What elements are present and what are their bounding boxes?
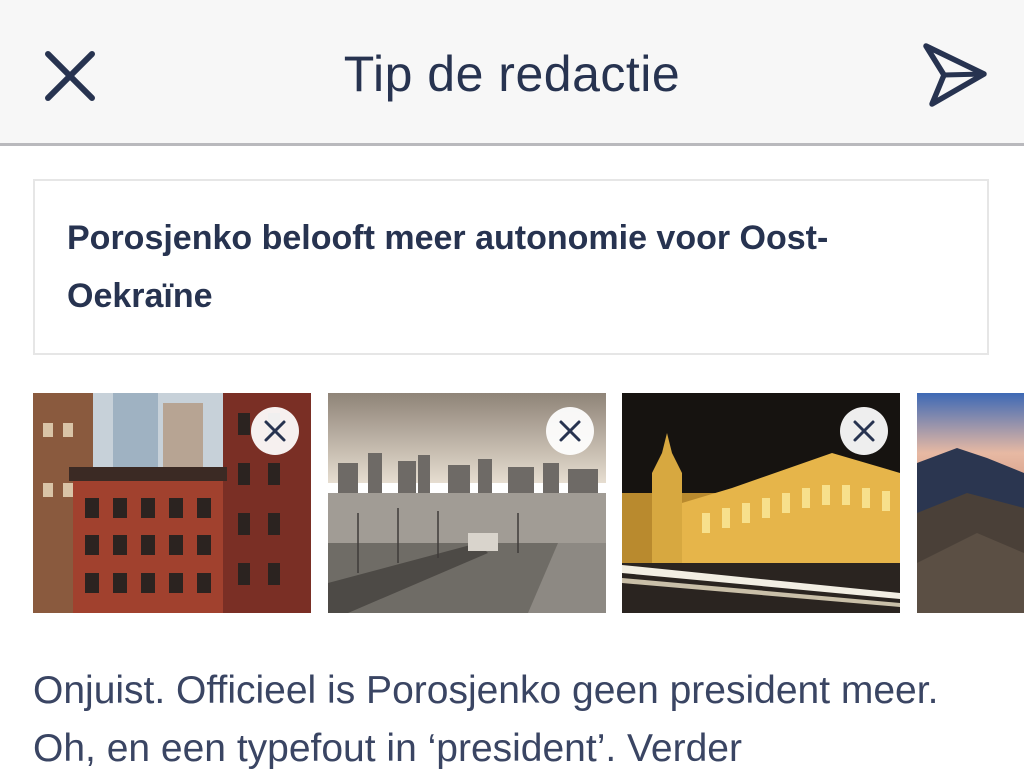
close-icon	[264, 420, 286, 442]
navigation-bar: Tip de redactie	[0, 0, 1024, 146]
photo-thumbnail-2[interactable]	[328, 393, 606, 613]
comment-text[interactable]: Onjuist. Officieel is Porosjenko geen pr…	[33, 662, 993, 778]
article-headline: Porosjenko belooft meer autonomie voor O…	[67, 219, 829, 315]
article-headline-box[interactable]: Porosjenko belooft meer autonomie voor O…	[33, 179, 989, 355]
remove-photo-button[interactable]	[251, 407, 299, 455]
remove-photo-button[interactable]	[840, 407, 888, 455]
remove-photo-button[interactable]	[546, 407, 594, 455]
send-icon	[923, 43, 987, 107]
page-title: Tip de redactie	[343, 46, 681, 102]
photo-mountains	[917, 393, 1024, 613]
photo-thumbnail-3[interactable]	[622, 393, 900, 613]
close-icon	[559, 420, 581, 442]
photo-thumbnail-1[interactable]	[33, 393, 311, 613]
photo-strip[interactable]	[0, 393, 1024, 613]
send-button[interactable]	[918, 38, 990, 110]
close-icon	[853, 420, 875, 442]
photo-thumbnail-4[interactable]	[917, 393, 1024, 613]
